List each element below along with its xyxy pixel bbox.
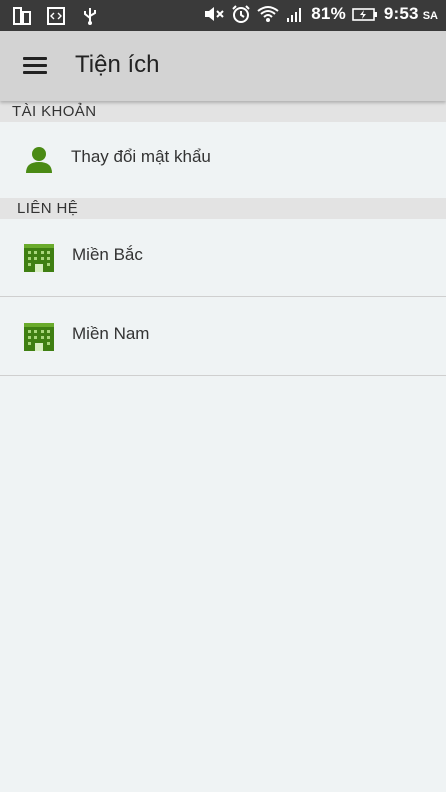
- code-icon: [47, 7, 65, 25]
- user-icon: [26, 147, 52, 173]
- battery-percent: 81%: [311, 4, 346, 23]
- split-screen-icon: [13, 7, 31, 25]
- clock-time: 9:53: [383, 4, 419, 23]
- hamburger-menu-icon[interactable]: [14, 48, 56, 84]
- list-item-label: Thay đổi mật khẩu: [71, 147, 211, 166]
- list-item-label: Miền Bắc: [72, 245, 143, 264]
- mute-icon: [205, 7, 224, 21]
- wifi-icon: [257, 6, 279, 22]
- list-item-mien-nam[interactable]: Miền Nam: [0, 298, 446, 376]
- alarm-icon: [232, 5, 250, 23]
- section-header-contact: LIÊN HỆ: [0, 198, 446, 219]
- signal-icon: [287, 8, 302, 22]
- page-title: Tiện ích: [75, 51, 160, 78]
- status-left-icons: [12, 6, 100, 26]
- status-bar: 81% 9:53 SA: [0, 0, 446, 31]
- building-icon: [24, 244, 54, 272]
- list-item-change-password[interactable]: Thay đổi mật khẩu: [0, 122, 446, 198]
- battery-charging-icon: [352, 8, 377, 21]
- list-item-mien-bac[interactable]: Miền Bắc: [0, 219, 446, 297]
- status-right-icons: 81% 9:53 SA: [203, 4, 438, 24]
- section-header-account: TÀI KHOẢN: [0, 101, 446, 122]
- list-item-label: Miền Nam: [72, 324, 150, 343]
- clock-ampm: SA: [422, 10, 438, 22]
- app-bar: Tiện ích: [0, 31, 446, 101]
- usb-icon: [84, 8, 96, 25]
- building-icon: [24, 323, 54, 351]
